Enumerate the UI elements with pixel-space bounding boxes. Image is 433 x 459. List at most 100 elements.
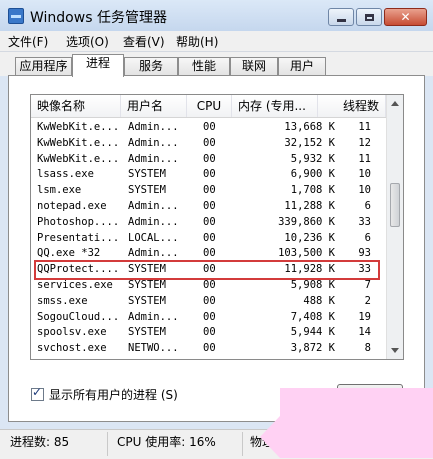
- menu-options[interactable]: 选项(O): [66, 33, 109, 50]
- process-row[interactable]: Presentati... LOCAL... 00 10,236 K 6: [31, 230, 386, 246]
- window-title: Windows 任务管理器: [30, 10, 167, 26]
- process-memory: 5,932 K: [290, 152, 335, 165]
- tab-processes[interactable]: 进程: [72, 54, 124, 77]
- menu-bar: 文件(F) 选项(O) 查看(V) 帮助(H): [0, 31, 433, 52]
- process-memory: 11,288 K: [284, 200, 335, 212]
- process-user-name: Admin...: [128, 152, 179, 165]
- process-cpu: 00: [203, 200, 216, 212]
- process-cpu: 00: [203, 121, 216, 133]
- process-threads: 14: [358, 326, 371, 339]
- process-row[interactable]: KwWebKit.e... Admin... 00 5,932 K 11: [31, 151, 386, 167]
- process-row[interactable]: svchost.exe NETWO... 00 3,872 K 8: [31, 340, 386, 356]
- tab-networking[interactable]: 联网: [230, 57, 278, 76]
- show-all-users-checkbox[interactable]: 显示所有用户的进程 (S): [31, 385, 178, 403]
- process-image-name: KwWebKit.e...: [37, 121, 120, 133]
- title-bar[interactable]: Windows 任务管理器 ✕: [0, 0, 433, 32]
- minimize-button[interactable]: [328, 8, 354, 26]
- process-cpu: 00: [203, 294, 216, 307]
- process-threads: 6: [364, 200, 371, 212]
- tab-performance[interactable]: 性能: [178, 57, 230, 76]
- tab-users[interactable]: 用户: [278, 57, 326, 76]
- process-threads: 8: [364, 342, 371, 355]
- column-threads[interactable]: 线程数: [318, 95, 386, 117]
- close-button[interactable]: ✕: [384, 8, 427, 26]
- process-cpu: 00: [203, 184, 216, 197]
- process-memory: 339,860 K: [278, 215, 335, 228]
- process-user-name: Admin...: [128, 136, 179, 149]
- menu-file[interactable]: 文件(F): [8, 33, 48, 50]
- process-cpu: 00: [203, 342, 216, 355]
- maximize-button[interactable]: [356, 8, 382, 26]
- process-image-name: svchost.exe: [37, 342, 107, 355]
- process-user-name: SYSTEM: [128, 294, 166, 307]
- close-icon: ✕: [400, 10, 411, 24]
- process-memory: 6,900 K: [290, 168, 335, 181]
- process-row[interactable]: lsass.exe SYSTEM 00 6,900 K 10: [31, 166, 386, 182]
- process-cpu: 00: [203, 326, 216, 339]
- process-cpu: 00: [203, 231, 216, 244]
- column-image-name[interactable]: 映像名称: [31, 95, 121, 117]
- column-cpu[interactable]: CPU: [187, 95, 232, 117]
- process-row[interactable]: lsm.exe SYSTEM 00 1,708 K 10: [31, 182, 386, 198]
- process-threads: 19: [358, 310, 371, 323]
- process-user-name: Admin...: [128, 121, 179, 133]
- scroll-thumb[interactable]: [390, 183, 400, 227]
- process-image-name: smss.exe: [37, 294, 88, 307]
- process-memory: 1,708 K: [290, 184, 335, 197]
- process-image-name: spoolsv.exe: [37, 326, 107, 339]
- process-memory: 488 K: [303, 294, 335, 307]
- process-memory: 10,236 K: [284, 231, 335, 244]
- process-threads: 93: [358, 247, 371, 260]
- process-row[interactable]: QQProtect.... SYSTEM 00 11,928 K 33: [31, 261, 386, 277]
- process-memory: 5,944 K: [290, 326, 335, 339]
- process-user-name: Admin...: [128, 215, 179, 228]
- process-image-name: QQProtect....: [37, 263, 120, 276]
- tab-services[interactable]: 服务: [124, 57, 178, 76]
- column-header-row: 映像名称 用户名 CPU 内存 (专用... 线程数: [31, 95, 386, 118]
- scroll-down-icon[interactable]: [391, 348, 399, 353]
- process-memory: 13,668 K: [284, 121, 335, 133]
- process-threads: 10: [358, 168, 371, 181]
- minimize-icon: [336, 18, 346, 22]
- process-threads: 7: [364, 279, 371, 291]
- process-row[interactable]: QQ.exe *32 Admin... 00 103,500 K 93: [31, 245, 386, 261]
- process-row[interactable]: services.exe SYSTEM 00 5,908 K 7: [31, 277, 386, 293]
- process-memory: 11,928 K: [284, 263, 335, 276]
- process-threads: 6: [364, 231, 371, 244]
- process-user-name: LOCAL...: [128, 231, 179, 244]
- process-memory: 103,500 K: [278, 247, 335, 260]
- process-cpu: 00: [203, 152, 216, 165]
- tab-applications[interactable]: 应用程序: [15, 57, 72, 76]
- process-row[interactable]: notepad.exe Admin... 00 11,288 K 6: [31, 198, 386, 214]
- process-user-name: Admin...: [128, 200, 179, 212]
- process-threads: 33: [358, 263, 371, 276]
- process-cpu: 00: [203, 279, 216, 291]
- process-cpu: 00: [203, 263, 216, 276]
- task-manager-app-icon: [8, 8, 24, 24]
- process-user-name: Admin...: [128, 310, 179, 323]
- menu-help[interactable]: 帮助(H): [176, 33, 218, 50]
- column-user-name[interactable]: 用户名: [121, 95, 187, 117]
- process-row[interactable]: smss.exe SYSTEM 00 488 K 2: [31, 293, 386, 309]
- process-image-name: Presentati...: [37, 231, 120, 244]
- process-cpu: 00: [203, 136, 216, 149]
- process-row[interactable]: KwWebKit.e... Admin... 00 32,152 K 12: [31, 135, 386, 151]
- process-list[interactable]: 映像名称 用户名 CPU 内存 (专用... 线程数 KwWebKit.e...…: [30, 94, 404, 360]
- status-process-count: 进程数: 85: [4, 432, 108, 456]
- process-row[interactable]: Photoshop.... Admin... 00 339,860 K 33: [31, 214, 386, 230]
- process-row[interactable]: spoolsv.exe SYSTEM 00 5,944 K 14: [31, 324, 386, 340]
- checkbox-checked-icon[interactable]: [31, 385, 44, 401]
- process-user-name: SYSTEM: [128, 168, 166, 181]
- process-user-name: SYSTEM: [128, 326, 166, 339]
- process-row[interactable]: KwWebKit.e... Admin... 00 13,668 K 11: [31, 119, 386, 135]
- menu-view[interactable]: 查看(V): [123, 33, 165, 50]
- process-user-name: SYSTEM: [128, 279, 166, 291]
- process-user-name: SYSTEM: [128, 263, 166, 276]
- process-row[interactable]: SogouCloud... Admin... 00 7,408 K 19: [31, 309, 386, 325]
- process-image-name: SogouCloud...: [37, 310, 120, 323]
- pink-overlay-shape: [260, 388, 433, 458]
- vertical-scrollbar[interactable]: [386, 95, 403, 359]
- scroll-up-icon[interactable]: [391, 101, 399, 106]
- process-memory: 5,908 K: [290, 279, 335, 291]
- column-memory[interactable]: 内存 (专用...: [232, 95, 318, 117]
